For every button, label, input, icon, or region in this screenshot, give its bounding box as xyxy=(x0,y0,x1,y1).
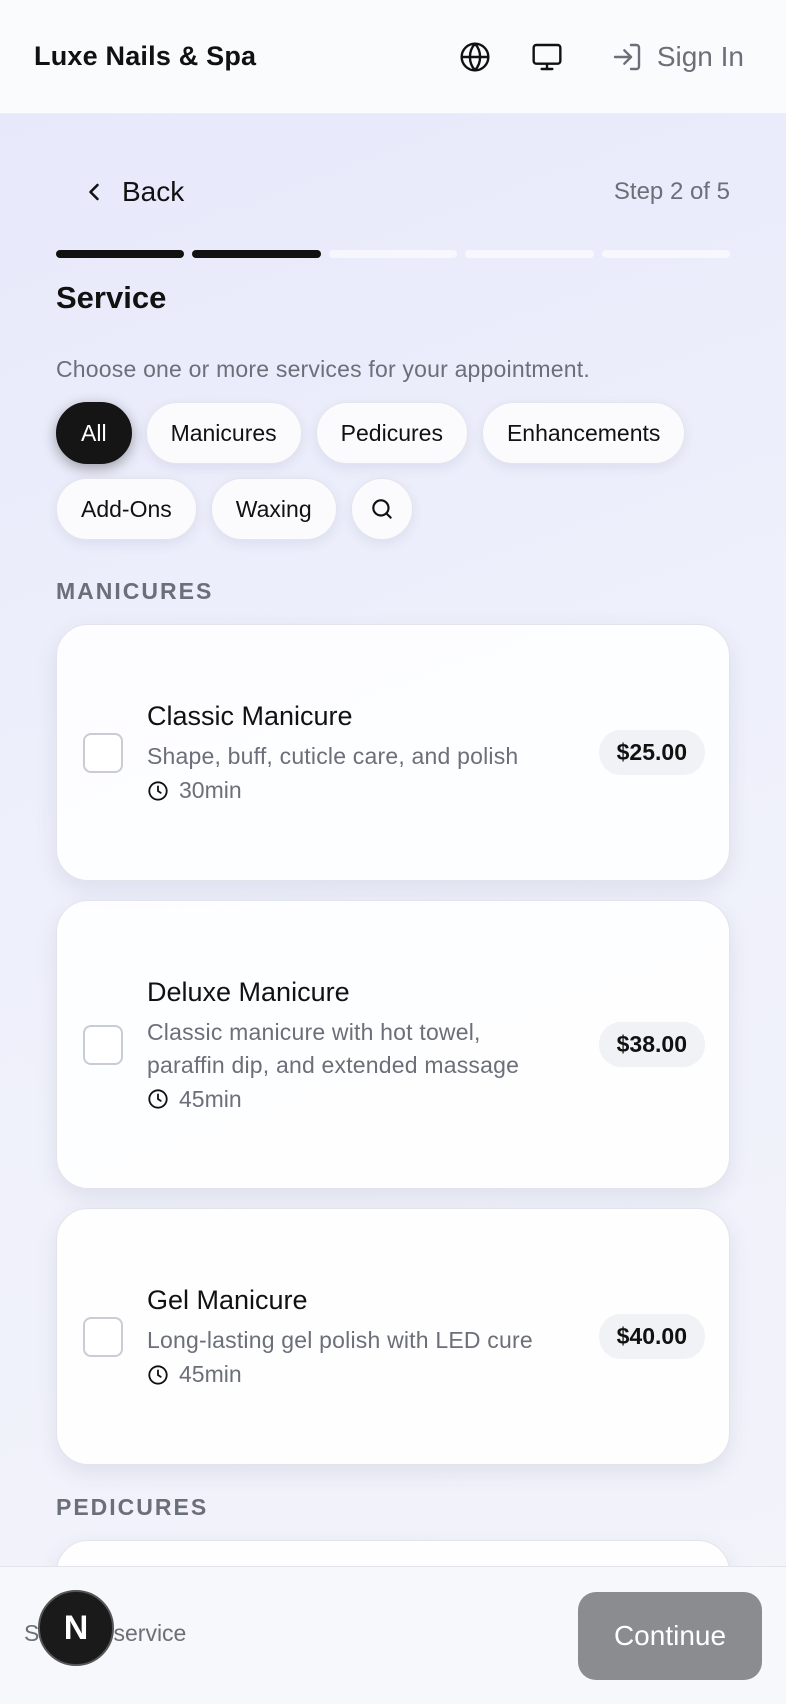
monitor-icon[interactable] xyxy=(527,37,567,77)
step-nav: Back Step 2 of 5 xyxy=(56,172,730,212)
service-price: $40.00 xyxy=(598,1314,705,1359)
globe-icon[interactable] xyxy=(455,37,495,77)
filter-chip-pedicures[interactable]: Pedicures xyxy=(315,402,468,464)
back-button[interactable]: Back xyxy=(56,176,184,208)
clock-icon xyxy=(148,1364,168,1385)
duration-label: 45min xyxy=(179,1361,242,1387)
continue-button[interactable]: Continue xyxy=(578,1592,762,1680)
search-button[interactable] xyxy=(350,478,413,540)
service-checkbox[interactable] xyxy=(83,1024,123,1065)
progress-segment xyxy=(328,250,458,258)
service-info: Classic Manicure Shape, buff, cuticle ca… xyxy=(147,701,599,804)
dev-badge[interactable]: N xyxy=(38,1590,114,1666)
brand-name[interactable]: Luxe Nails & Spa xyxy=(34,41,256,72)
sign-in-button[interactable]: Sign In xyxy=(607,37,744,77)
filter-chip-manicures[interactable]: Manicures xyxy=(145,402,302,464)
service-price: $38.00 xyxy=(598,1022,705,1067)
service-name: Classic Manicure xyxy=(147,701,353,731)
progress-segment xyxy=(601,250,731,258)
service-description-line-2: paraffin dip, and extended massage xyxy=(147,1051,520,1078)
service-card-deluxe-manicure[interactable]: Deluxe Manicure Classic manicure with ho… xyxy=(56,900,730,1189)
filter-chip-add-ons[interactable]: Add-Ons xyxy=(56,478,197,540)
header-actions: Sign In xyxy=(455,37,752,77)
service-name: Deluxe Manicure xyxy=(147,976,350,1007)
service-price: $25.00 xyxy=(598,730,705,775)
service-description: Long-lasting gel polish with LED cure xyxy=(147,1327,533,1353)
progress-segment xyxy=(192,250,321,258)
service-duration: 45min xyxy=(147,1361,599,1388)
filter-chip-all[interactable]: All xyxy=(56,402,132,464)
sign-in-icon xyxy=(607,37,647,77)
progress-bar xyxy=(56,250,731,258)
service-name: Gel Manicure xyxy=(147,1285,308,1315)
duration-label: 30min xyxy=(179,777,242,803)
service-card-gel-manicure[interactable]: Gel Manicure Long-lasting gel polish wit… xyxy=(56,1208,730,1465)
service-info: Deluxe Manicure Classic manicure with ho… xyxy=(147,977,599,1113)
clock-icon xyxy=(148,1089,168,1109)
app-header: Luxe Nails & Spa Sign In xyxy=(0,0,786,114)
back-label: Back xyxy=(122,176,185,207)
page-title: Service xyxy=(56,280,167,315)
sign-in-label: Sign In xyxy=(656,40,744,72)
section-label-manicures: MANICURES xyxy=(56,578,214,604)
page-subtitle: Choose one or more services for your app… xyxy=(56,356,590,382)
duration-label: 45min xyxy=(179,1085,242,1112)
step-indicator: Step 2 of 5 xyxy=(613,178,730,205)
progress-segment xyxy=(56,250,185,258)
section-label-pedicures: PEDICURES xyxy=(56,1494,209,1520)
chevron-left-icon xyxy=(89,183,99,201)
progress-segment xyxy=(465,250,594,258)
filter-chip-enhancements[interactable]: Enhancements xyxy=(481,402,686,464)
service-description: Shape, buff, cuticle care, and polish xyxy=(147,743,519,769)
service-card-classic-manicure[interactable]: Classic Manicure Shape, buff, cuticle ca… xyxy=(56,624,730,881)
service-checkbox[interactable] xyxy=(83,732,123,773)
clock-icon xyxy=(148,780,168,801)
category-filters: All Manicures Pedicures Enhancements Add… xyxy=(56,402,736,540)
service-info: Gel Manicure Long-lasting gel polish wit… xyxy=(147,1285,599,1388)
service-checkbox[interactable] xyxy=(83,1316,123,1357)
service-duration: 30min xyxy=(147,777,599,804)
service-duration: 45min xyxy=(147,1086,599,1113)
search-icon xyxy=(371,499,392,519)
service-description-line-1: Classic manicure with hot towel, xyxy=(147,1018,481,1045)
filter-chip-waxing[interactable]: Waxing xyxy=(210,478,337,540)
